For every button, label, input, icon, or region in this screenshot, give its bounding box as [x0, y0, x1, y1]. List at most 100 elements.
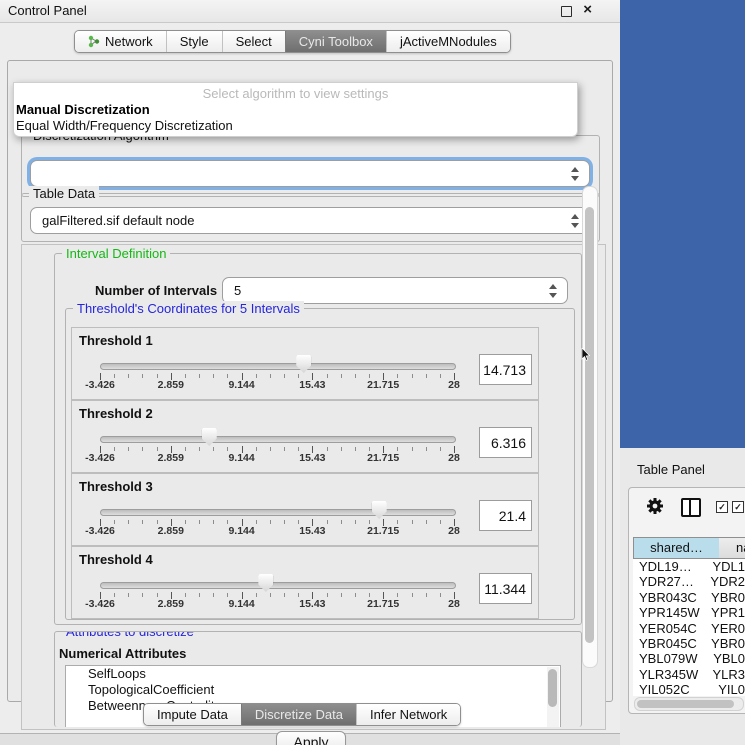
- cell[interactable]: YER054C: [633, 621, 708, 636]
- threshold-4-slider[interactable]: -3.426 2.859 9.144 15.43 21.715 28: [100, 573, 454, 613]
- tick-label: 21.715: [367, 452, 399, 464]
- tab-select[interactable]: Select: [222, 31, 285, 52]
- column-header-shared[interactable]: shared…: [633, 537, 720, 559]
- cell[interactable]: YDL19…: [633, 559, 709, 574]
- cell[interactable]: YPR1: [708, 605, 745, 620]
- slider-track[interactable]: [100, 363, 456, 370]
- network-view-frame: GAL80 GA C GAL11 GAL4 GCY1 H HAP2: [620, 0, 745, 448]
- popup-option-equal-width[interactable]: Equal Width/Frequency Discretization: [16, 118, 233, 133]
- scrollbar-thumb[interactable]: [585, 207, 594, 643]
- threshold-panel-2: Threshold 2 -3.426 2.859 9.144 15.43 21.…: [71, 400, 539, 473]
- scrollbar-thumb[interactable]: [548, 669, 557, 707]
- gear-icon[interactable]: [646, 497, 664, 515]
- slider-thumb[interactable]: [258, 574, 273, 592]
- slider-track[interactable]: [100, 582, 456, 589]
- table-row[interactable]: YPR145WYPR1: [633, 605, 745, 620]
- apply-button[interactable]: Apply: [276, 731, 346, 745]
- tab-cyni-toolbox[interactable]: Cyni Toolbox: [285, 31, 386, 52]
- cell[interactable]: YBR0: [708, 636, 745, 651]
- table-row[interactable]: YBL079WYBL0: [633, 651, 745, 666]
- table-data-group: Table Data galFiltered.sif default node: [21, 193, 600, 242]
- table-row[interactable]: YLR345WYLR3: [633, 667, 745, 682]
- node-table[interactable]: YDL19…YDL1 YDR27…YDR2 YBR043CYBR0 YPR145…: [633, 559, 745, 696]
- tick-label: -3.426: [85, 598, 115, 610]
- slider-track[interactable]: [100, 436, 456, 443]
- slider-track[interactable]: [100, 509, 456, 516]
- tick-label: 9.144: [228, 525, 254, 537]
- slider-tick-labels: -3.426 2.859 9.144 15.43 21.715 28: [100, 379, 454, 391]
- cell[interactable]: YDL1: [709, 559, 745, 574]
- cell[interactable]: YDR27…: [633, 574, 707, 589]
- tick-label: 2.859: [158, 452, 184, 464]
- scrollbar-thumb[interactable]: [637, 700, 734, 708]
- group-title: Attributes to discretize: [62, 631, 198, 639]
- column-header-name[interactable]: na: [719, 537, 745, 559]
- panel-scrollbar[interactable]: [582, 186, 598, 668]
- list-scrollbar[interactable]: [547, 667, 559, 727]
- tab-impute-data[interactable]: Impute Data: [144, 704, 241, 725]
- group-title: Interval Definition: [62, 246, 170, 261]
- tab-label: Style: [180, 34, 209, 49]
- discretization-algorithm-group: Discretization Algorithm: [21, 135, 600, 197]
- tab-network[interactable]: Network: [75, 31, 166, 52]
- threshold-1-slider[interactable]: -3.426 2.859 9.144 15.43 21.715 28: [100, 354, 454, 394]
- tick-label: 9.144: [228, 452, 254, 464]
- table-row[interactable]: YER054CYER0: [633, 621, 745, 636]
- slider-thumb[interactable]: [372, 501, 387, 519]
- checkbox-icon[interactable]: ✓: [732, 501, 744, 513]
- cell[interactable]: YER0: [708, 621, 745, 636]
- column-layout-icon[interactable]: [681, 498, 701, 517]
- cell[interactable]: YIL052C: [633, 682, 715, 696]
- slider-thumb[interactable]: [202, 428, 217, 446]
- cell[interactable]: YDR2: [707, 574, 745, 589]
- table-row[interactable]: YDR27…YDR2: [633, 574, 745, 589]
- tick-label: 2.859: [158, 598, 184, 610]
- cell[interactable]: YBR0: [708, 590, 745, 605]
- cell[interactable]: YPR145W: [633, 605, 708, 620]
- table-row[interactable]: YBR045CYBR0: [633, 636, 745, 651]
- threshold-label: Threshold 3: [79, 479, 153, 494]
- table-row[interactable]: YDL19…YDL1: [633, 559, 745, 574]
- list-item[interactable]: SelfLoops: [66, 666, 560, 682]
- table-row[interactable]: YIL052CYIL0: [633, 682, 745, 696]
- threshold-value-field[interactable]: [479, 500, 532, 531]
- tick-label: -3.426: [85, 452, 115, 464]
- threshold-2-slider[interactable]: -3.426 2.859 9.144 15.43 21.715 28: [100, 427, 454, 467]
- slider-thumb[interactable]: [296, 355, 311, 373]
- table-row[interactable]: YBR043CYBR0: [633, 590, 745, 605]
- algorithm-dropdown-popup: Select algorithm to view settings Manual…: [13, 82, 578, 137]
- popup-option-manual[interactable]: Manual Discretization: [16, 102, 150, 117]
- threshold-3-slider[interactable]: -3.426 2.859 9.144 15.43 21.715 28: [100, 500, 454, 540]
- table-horizontal-scrollbar[interactable]: [634, 697, 744, 711]
- cell[interactable]: YIL0: [715, 682, 745, 696]
- tab-label: Cyni Toolbox: [299, 34, 373, 49]
- close-icon[interactable]: ×: [583, 1, 592, 18]
- cell[interactable]: YBR043C: [633, 590, 708, 605]
- cell[interactable]: YBL079W: [633, 651, 710, 666]
- tab-style[interactable]: Style: [166, 31, 222, 52]
- tab-infer-network[interactable]: Infer Network: [356, 704, 460, 725]
- algorithm-combobox[interactable]: [30, 160, 590, 187]
- threshold-value-field[interactable]: [479, 573, 532, 604]
- tab-label: Impute Data: [157, 707, 228, 722]
- cell[interactable]: YLR3: [709, 667, 745, 682]
- checkbox-icon[interactable]: ✓: [716, 501, 728, 513]
- tab-jactivemnodules[interactable]: jActiveMNodules: [386, 31, 510, 52]
- table-data-combobox[interactable]: galFiltered.sif default node: [30, 207, 590, 234]
- tick-label: 28: [448, 525, 460, 537]
- cell[interactable]: YBR045C: [633, 636, 708, 651]
- cell[interactable]: YBL0: [710, 651, 745, 666]
- threshold-panel-1: Threshold 1 -3.426 2.859 9.144 15.43 21.…: [71, 327, 539, 400]
- threshold-value-field[interactable]: [479, 354, 532, 385]
- threshold-panel-4: Threshold 4 -3.426 2.859 9.144 15.43 21.…: [71, 546, 539, 619]
- float-window-icon[interactable]: [561, 6, 572, 17]
- tick-label: 15.43: [299, 525, 325, 537]
- number-of-intervals-combobox[interactable]: 5: [222, 277, 568, 304]
- cell[interactable]: YLR345W: [633, 667, 709, 682]
- popup-hint: Select algorithm to view settings: [14, 86, 577, 101]
- list-item[interactable]: TopologicalCoefficient: [66, 682, 560, 698]
- interval-definition-group: Interval Definition Number of Intervals …: [54, 253, 582, 625]
- slider-tick-labels: -3.426 2.859 9.144 15.43 21.715 28: [100, 598, 454, 610]
- tab-discretize-data[interactable]: Discretize Data: [241, 704, 356, 725]
- threshold-value-field[interactable]: [479, 427, 532, 458]
